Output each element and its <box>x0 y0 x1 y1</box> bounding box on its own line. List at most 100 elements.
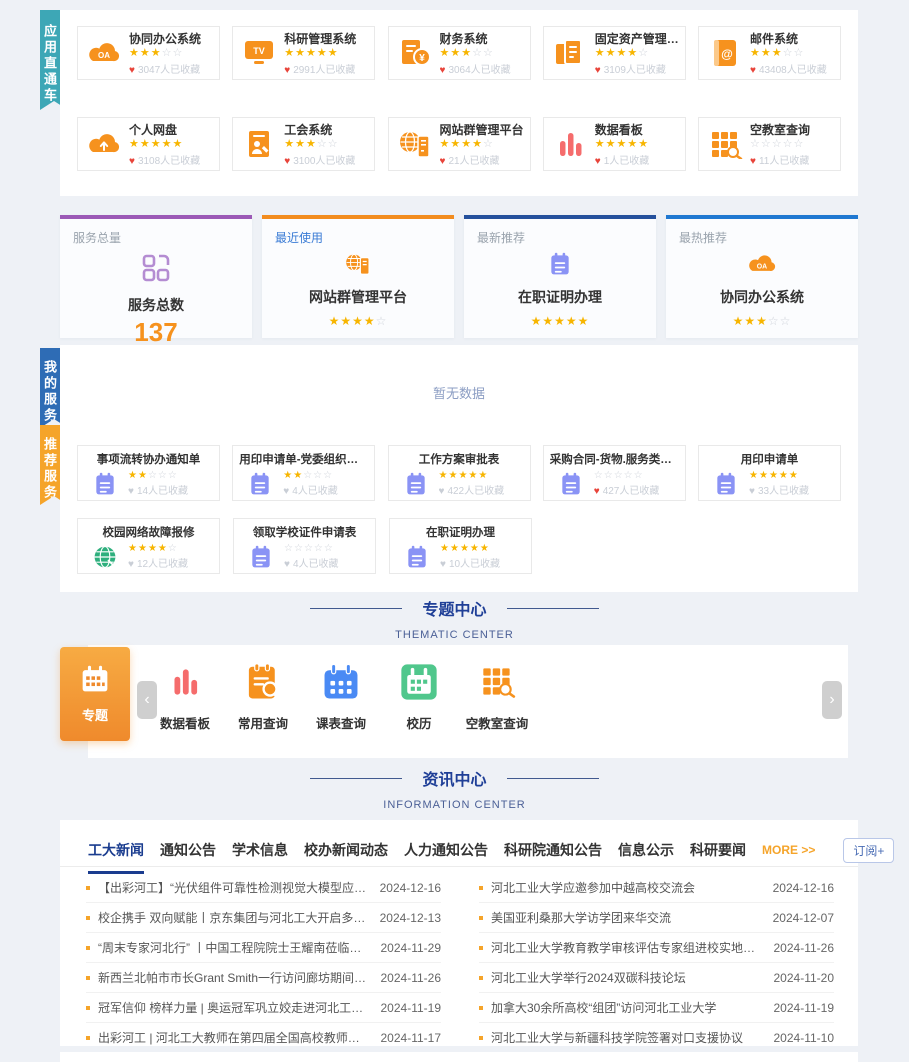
app-card-assets[interactable]: 固定资产管理系统 ★★★★☆ ♥3109人已收藏 <box>543 26 686 80</box>
app-rating-stars[interactable]: ★★★★★ <box>284 47 370 60</box>
heart-icon[interactable]: ♥ <box>129 156 135 167</box>
heart-icon[interactable]: ♥ <box>128 559 134 570</box>
stat-card-recent[interactable]: 最近使用 网站群管理平台 ★★★★☆ <box>262 215 454 338</box>
stat-card-hottest[interactable]: 最热推荐 OA 协同办公系统 ★★★☆☆ <box>666 215 858 338</box>
app-rating-stars[interactable]: ★★★☆☆ <box>284 138 370 151</box>
app-rating-stars[interactable]: ★★★★☆ <box>440 138 526 151</box>
news-item[interactable]: 冠军信仰 榜样力量 | 奥运冠军巩立姣走进河北工业大学2024-11-19 <box>86 993 441 1023</box>
app-rating-stars[interactable]: ★★★★☆ <box>595 47 681 60</box>
service-rating-stars[interactable]: ★★★★★ <box>749 470 809 482</box>
tab-research-notices[interactable]: 科研院通知公告 <box>504 840 602 860</box>
service-rating-stars[interactable]: ☆☆☆☆☆ <box>594 470 660 482</box>
heart-icon[interactable]: ♥ <box>284 65 290 76</box>
app-card-netdisk[interactable]: 个人网盘 ★★★★★ ♥3108人已收藏 <box>77 117 220 171</box>
heart-icon[interactable]: ♥ <box>129 65 135 76</box>
stat-rating-stars[interactable]: ★★★★★ <box>464 314 656 328</box>
grid-search-icon <box>458 659 536 705</box>
app-rating-stars[interactable]: ★★★★★ <box>595 138 681 151</box>
stat-card-total[interactable]: 服务总量 服务总数 137 <box>60 215 252 338</box>
svg-text:OA: OA <box>98 51 110 60</box>
stat-rating-stars[interactable]: ★★★☆☆ <box>666 314 858 328</box>
news-item[interactable]: 新西兰北帕市市长Grant Smith一行访问廊坊期间到河北工大参观调...20… <box>86 963 441 993</box>
service-rating-stars[interactable]: ★★☆☆☆ <box>128 470 188 482</box>
heart-icon[interactable]: ♥ <box>128 486 134 497</box>
globe-repair-icon <box>92 544 120 570</box>
tab-university-news[interactable]: 工大新闻 <box>88 840 144 860</box>
heart-icon[interactable]: ♥ <box>440 559 446 570</box>
app-card-mail[interactable]: @ 邮件系统 ★★★☆☆ ♥43408人已收藏 <box>698 26 841 80</box>
app-card-dashboard[interactable]: 数据看板 ★★★★★ ♥1人已收藏 <box>543 117 686 171</box>
service-rating-stars[interactable]: ★★★★★ <box>440 543 500 555</box>
service-rating-stars[interactable]: ★★☆☆☆ <box>283 470 338 482</box>
tab-academic-info[interactable]: 学术信息 <box>232 840 288 860</box>
heart-icon[interactable]: ♥ <box>594 486 600 497</box>
tab-research-highlights[interactable]: 科研要闻 <box>690 840 746 860</box>
app-card-classroom[interactable]: 空教室查询 ☆☆☆☆☆ ♥11人已收藏 <box>698 117 841 171</box>
calendar-icon <box>380 659 458 705</box>
news-item[interactable]: 河北工业大学应邀参加中越高校交流会2024-12-16 <box>479 873 834 903</box>
news-tab-bar: 工大新闻 通知公告 学术信息 校办新闻动态 人力通知公告 科研院通知公告 信息公… <box>60 820 858 867</box>
app-card-union[interactable]: 工会系统 ★★★☆☆ ♥3100人已收藏 <box>232 117 375 171</box>
bullet-icon <box>479 1036 483 1040</box>
thematic-item-empty-classroom[interactable]: 空教室查询 <box>458 659 536 732</box>
stat-rating-stars[interactable]: ★★★★☆ <box>262 314 454 328</box>
clipboard-icon <box>558 471 586 497</box>
tab-office-news[interactable]: 校办新闻动态 <box>304 840 388 860</box>
thematic-item-school-calendar[interactable]: 校历 <box>380 659 458 732</box>
app-rating-stars[interactable]: ★★★☆☆ <box>129 47 215 60</box>
news-item[interactable]: 河北工业大学与新疆科技学院签署对口支援协议2024-11-10 <box>479 1023 834 1053</box>
news-item[interactable]: 河北工业大学举行2024双碳科技论坛2024-11-20 <box>479 963 834 993</box>
news-item[interactable]: 【出彩河工】“光伏组件可靠性检测视觉大模型应用场景”入选202...2024-1… <box>86 873 441 903</box>
thematic-tab[interactable]: 专题 <box>60 647 130 741</box>
tab-notices[interactable]: 通知公告 <box>160 840 216 860</box>
empty-data-text: 暂无数据 <box>60 383 858 402</box>
heart-icon[interactable]: ♥ <box>283 486 289 497</box>
heart-icon[interactable]: ♥ <box>750 65 756 76</box>
app-rating-stars[interactable]: ★★★☆☆ <box>440 47 526 60</box>
news-item[interactable]: 河北工业大学教育教学审核评估专家组进校实地考察2024-11-26 <box>479 933 834 963</box>
app-rating-stars[interactable]: ☆☆☆☆☆ <box>750 138 836 151</box>
carousel-next-button[interactable]: › <box>822 681 842 719</box>
app-card-finance[interactable]: ¥ 财务系统 ★★★☆☆ ♥3064人已收藏 <box>388 26 531 80</box>
service-card[interactable]: 工作方案审批表 ★★★★★ ♥422人已收藏 <box>388 445 531 501</box>
service-rating-stars[interactable]: ☆☆☆☆☆ <box>284 543 339 555</box>
service-card[interactable]: 采购合同-货物.服务类审批表 ☆☆☆☆☆ ♥427人已收藏 <box>543 445 686 501</box>
thematic-item-dashboard[interactable]: 数据看板 <box>146 659 224 732</box>
news-item[interactable]: 加拿大30余所高校“组团”访问河北工业大学2024-11-19 <box>479 993 834 1023</box>
heart-icon[interactable]: ♥ <box>284 559 290 570</box>
service-card[interactable]: 在职证明办理 ★★★★★ ♥10人已收藏 <box>389 518 532 574</box>
more-link[interactable]: MORE >> <box>762 843 815 857</box>
heart-icon[interactable]: ♥ <box>284 156 290 167</box>
service-rating-stars[interactable]: ★★★★★ <box>439 470 505 482</box>
heart-icon[interactable]: ♥ <box>750 156 756 167</box>
thematic-item-common-query[interactable]: 常用查询 <box>224 659 302 732</box>
app-card-oa[interactable]: OA 协同办公系统 ★★★☆☆ ♥3047人已收藏 <box>77 26 220 80</box>
app-card-sitegroup[interactable]: 网站群管理平台 ★★★★☆ ♥21人已收藏 <box>388 117 531 171</box>
tv-icon: TV <box>239 38 279 68</box>
news-item[interactable]: 校企携手 双向赋能丨京东集团与河北工大开启多领域战略合作2024-12-13 <box>86 903 441 933</box>
news-item[interactable]: “周末专家河北行” 丨中国工程院院士王耀南莅临河北工大讲“人...2024-11… <box>86 933 441 963</box>
heart-icon[interactable]: ♥ <box>595 65 601 76</box>
subscribe-button[interactable]: 订阅+ <box>843 838 894 863</box>
tab-info-disclosure[interactable]: 信息公示 <box>618 840 674 860</box>
news-item[interactable]: 美国亚利桑那大学访学团来华交流2024-12-07 <box>479 903 834 933</box>
heart-icon[interactable]: ♥ <box>440 65 446 76</box>
app-card-research[interactable]: TV 科研管理系统 ★★★★★ ♥2991人已收藏 <box>232 26 375 80</box>
stat-card-newest[interactable]: 最新推荐 在职证明办理 ★★★★★ <box>464 215 656 338</box>
service-card[interactable]: 事项流转协办通知单 ★★☆☆☆ ♥14人已收藏 <box>77 445 220 501</box>
heart-icon[interactable]: ♥ <box>595 156 601 167</box>
service-rating-stars[interactable]: ★★★★☆ <box>128 543 188 555</box>
tab-hr-notices[interactable]: 人力通知公告 <box>404 840 488 860</box>
service-card[interactable]: 校园网络故障报修 ★★★★☆ ♥12人已收藏 <box>77 518 220 574</box>
carousel-prev-button[interactable]: ‹ <box>137 681 157 719</box>
service-card[interactable]: 领取学校证件申请表 ☆☆☆☆☆ ♥4人已收藏 <box>233 518 376 574</box>
heart-icon[interactable]: ♥ <box>749 486 755 497</box>
thematic-item-timetable[interactable]: 课表查询 <box>302 659 380 732</box>
news-item[interactable]: 出彩河工 | 河北工大教师在第四届全国高校教师教学创新大赛产教融...2024-… <box>86 1023 441 1053</box>
service-card[interactable]: 用印申请单-党委组织部.党委... ★★☆☆☆ ♥4人已收藏 <box>232 445 375 501</box>
app-rating-stars[interactable]: ★★★☆☆ <box>750 47 836 60</box>
app-rating-stars[interactable]: ★★★★★ <box>129 138 215 151</box>
heart-icon[interactable]: ♥ <box>439 486 445 497</box>
heart-icon[interactable]: ♥ <box>440 156 446 167</box>
service-card[interactable]: 用印申请单 ★★★★★ ♥33人已收藏 <box>698 445 841 501</box>
